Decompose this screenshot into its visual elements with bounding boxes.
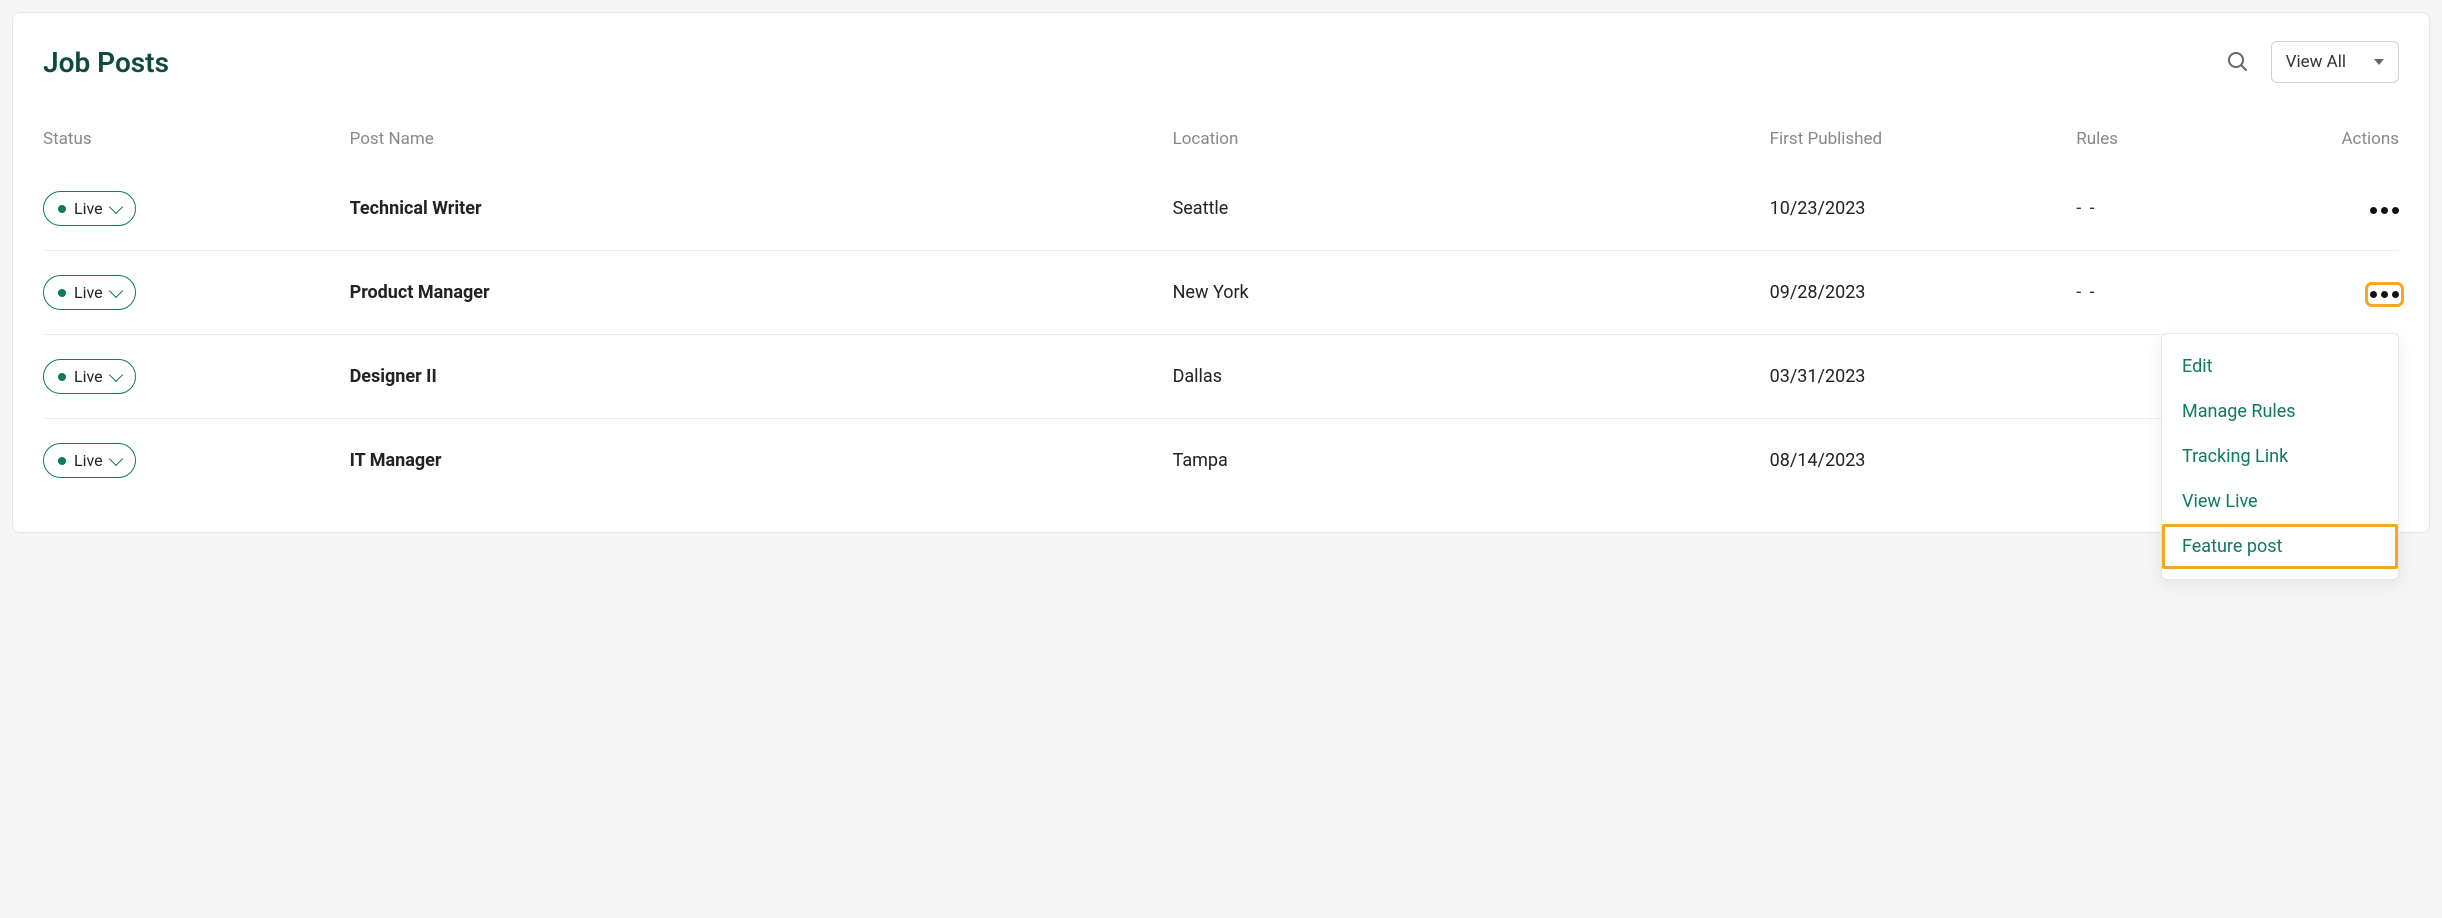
col-header-actions: Actions (2302, 119, 2399, 167)
status-dot-icon (58, 289, 66, 297)
chevron-down-icon (109, 283, 123, 297)
filter-select-label: View All (2286, 52, 2346, 72)
post-published: 09/28/2023 (1770, 251, 2077, 335)
card-header: Job Posts View All (43, 41, 2399, 83)
dots-icon (2370, 207, 2377, 214)
search-icon (2225, 49, 2249, 73)
post-location: New York (1173, 251, 1770, 335)
status-label: Live (74, 283, 103, 302)
status-pill[interactable]: Live (43, 191, 136, 226)
status-pill[interactable]: Live (43, 443, 136, 478)
post-name[interactable]: IT Manager (350, 419, 1173, 503)
page-title: Job Posts (43, 46, 169, 79)
dropdown-item-edit[interactable]: Edit (2162, 344, 2398, 389)
filter-select[interactable]: View All (2271, 41, 2399, 83)
status-label: Live (74, 451, 103, 470)
post-rules: - - (2076, 167, 2302, 251)
col-header-location: Location (1173, 119, 1770, 167)
status-pill[interactable]: Live (43, 359, 136, 394)
post-name[interactable]: Technical Writer (350, 167, 1173, 251)
table-row: Live Product Manager New York 09/28/2023… (43, 251, 2399, 335)
post-published: 10/23/2023 (1770, 167, 2077, 251)
row-actions-button[interactable] (2370, 287, 2399, 302)
dropdown-item-tracking-link[interactable]: Tracking Link (2162, 434, 2398, 479)
status-dot-icon (58, 373, 66, 381)
row-actions-button[interactable] (2370, 203, 2399, 218)
status-dot-icon (58, 457, 66, 465)
table-row: Live Designer II Dallas 03/31/2023 (43, 335, 2399, 419)
table-row: Live IT Manager Tampa 08/14/2023 (43, 419, 2399, 503)
status-label: Live (74, 367, 103, 386)
post-location: Seattle (1173, 167, 1770, 251)
table-header-row: Status Post Name Location First Publishe… (43, 119, 2399, 167)
chevron-down-icon (109, 367, 123, 381)
caret-down-icon (2374, 59, 2384, 65)
chevron-down-icon (109, 199, 123, 213)
post-name[interactable]: Designer II (350, 335, 1173, 419)
col-header-rules: Rules (2076, 119, 2302, 167)
post-location: Tampa (1173, 419, 1770, 503)
col-header-status: Status (43, 119, 350, 167)
post-name[interactable]: Product Manager (350, 251, 1173, 335)
col-header-published: First Published (1770, 119, 2077, 167)
chevron-down-icon (109, 451, 123, 465)
job-posts-card: Job Posts View All Status Post Name Loca… (12, 12, 2430, 533)
search-button[interactable] (2221, 45, 2253, 80)
col-header-name: Post Name (350, 119, 1173, 167)
status-dot-icon (58, 205, 66, 213)
status-pill[interactable]: Live (43, 275, 136, 310)
job-posts-table: Status Post Name Location First Publishe… (43, 119, 2399, 502)
status-label: Live (74, 199, 103, 218)
dropdown-item-feature-post[interactable]: Feature post (2162, 524, 2398, 569)
dropdown-item-manage-rules[interactable]: Manage Rules (2162, 389, 2398, 434)
dropdown-item-view-live[interactable]: View Live (2162, 479, 2398, 524)
dots-icon (2370, 291, 2377, 298)
post-published: 08/14/2023 (1770, 419, 2077, 503)
post-rules: - - (2076, 251, 2302, 335)
header-actions: View All (2221, 41, 2399, 83)
post-location: Dallas (1173, 335, 1770, 419)
actions-dropdown: Edit Manage Rules Tracking Link View Liv… (2161, 333, 2399, 580)
table-row: Live Technical Writer Seattle 10/23/2023… (43, 167, 2399, 251)
post-published: 03/31/2023 (1770, 335, 2077, 419)
